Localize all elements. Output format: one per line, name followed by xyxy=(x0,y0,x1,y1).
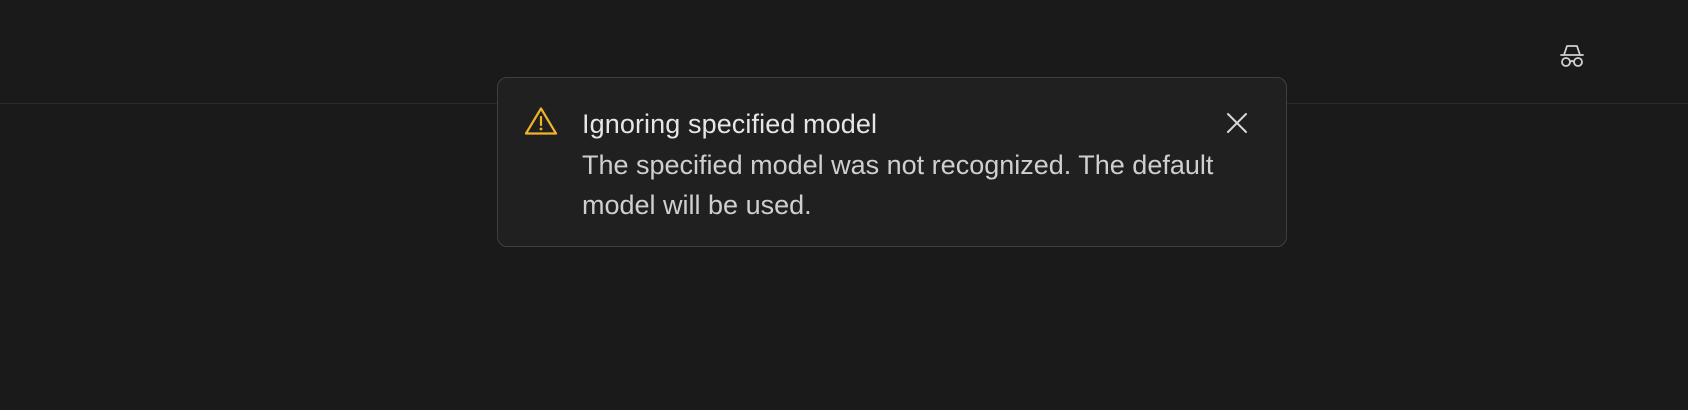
warning-toast: Ignoring specified model The specified m… xyxy=(497,77,1287,247)
toast-message: The specified model was not recognized. … xyxy=(582,150,1214,220)
app-window: Ignoring specified model The specified m… xyxy=(0,0,1688,410)
incognito-icon xyxy=(1560,45,1584,67)
toast-title: Ignoring specified model xyxy=(582,109,878,139)
toast-close-button[interactable] xyxy=(1222,108,1252,138)
incognito-button[interactable] xyxy=(1556,40,1588,72)
warning-icon xyxy=(524,107,558,135)
close-icon xyxy=(1227,113,1247,133)
